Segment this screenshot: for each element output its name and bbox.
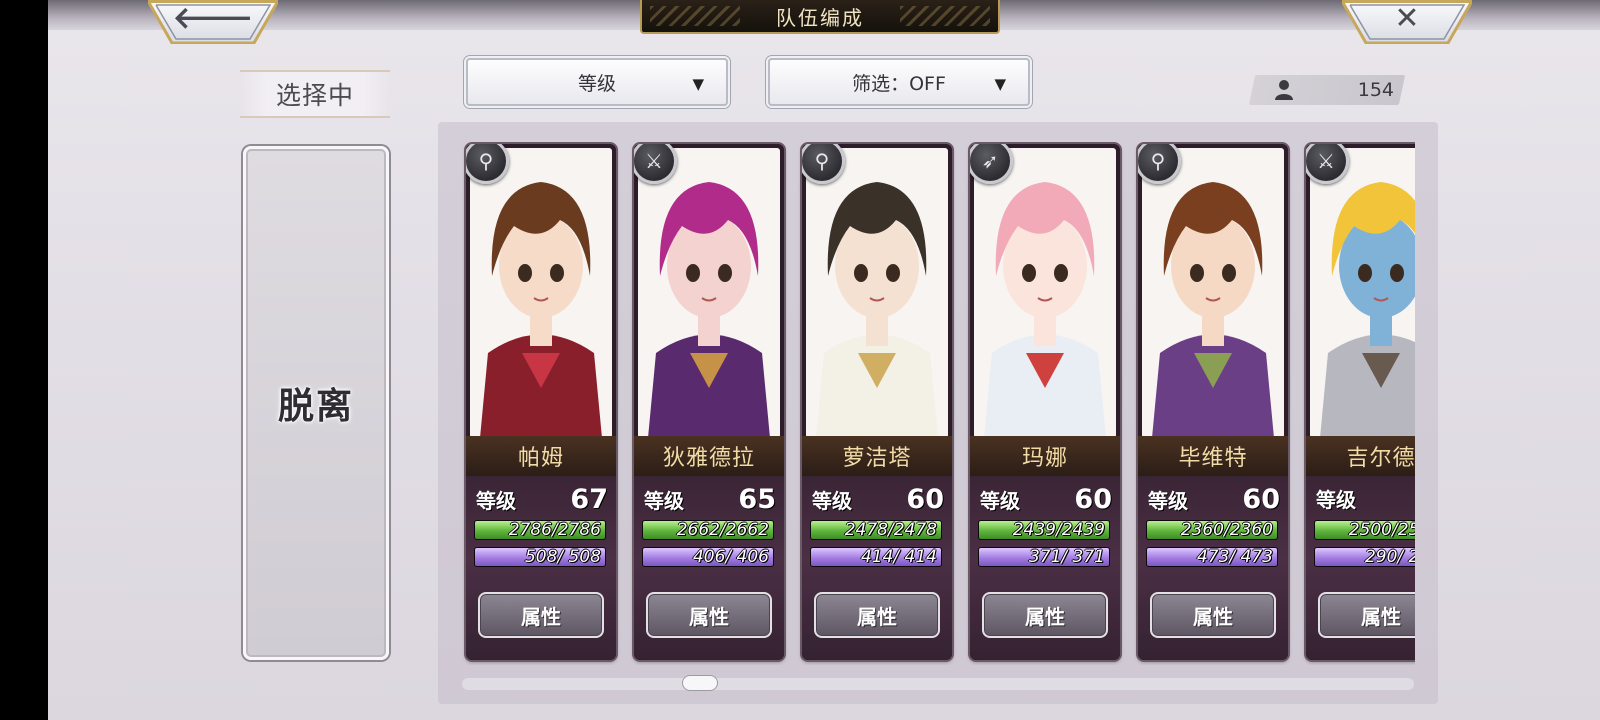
character-stats: 等级 60 2360/2360 473/ 473 属性 bbox=[1138, 476, 1288, 660]
level-value: 65 bbox=[738, 484, 776, 515]
mp-bar: 508/ 508 bbox=[474, 547, 606, 567]
leave-label: 脱离 bbox=[277, 386, 354, 427]
roster-viewport[interactable]: ⚲ 帕姆 等级 67 2786/2786 508/ 508 属性 ⚔ 狄雅德拉 … bbox=[462, 140, 1415, 665]
close-icon: ✕ bbox=[1394, 1, 1420, 36]
level-value: 67 bbox=[570, 484, 608, 515]
sort-dropdown[interactable]: 等级 ▼ bbox=[466, 58, 728, 106]
person-icon bbox=[1275, 80, 1293, 100]
unit-count-value: 154 bbox=[1357, 79, 1394, 101]
character-stats: 等级 65 2662/2662 406/ 406 属性 bbox=[634, 476, 784, 660]
scroll-thumb[interactable] bbox=[681, 675, 718, 691]
attribute-button[interactable]: 属性 bbox=[646, 592, 772, 638]
filter-dropdown[interactable]: 筛选：OFF ▼ bbox=[768, 58, 1030, 106]
attribute-button[interactable]: 属性 bbox=[1318, 592, 1415, 638]
close-button[interactable]: ✕ bbox=[1342, 0, 1472, 44]
arrow-left-icon: 🡐 bbox=[172, 1, 254, 36]
hp-value: 2360/2360 bbox=[1180, 520, 1273, 540]
attribute-button[interactable]: 属性 bbox=[478, 592, 604, 638]
attribute-button[interactable]: 属性 bbox=[814, 592, 940, 638]
level-label: 等级 bbox=[476, 489, 516, 513]
level-value: 60 bbox=[1074, 484, 1112, 515]
unit-count: 154 bbox=[1258, 75, 1402, 105]
level-row: 等级 65 bbox=[644, 484, 776, 515]
character-portrait bbox=[1142, 148, 1284, 438]
attribute-button[interactable]: 属性 bbox=[982, 592, 1108, 638]
character-card[interactable]: ⚲ 帕姆 等级 67 2786/2786 508/ 508 属性 bbox=[466, 144, 616, 660]
level-label: 等级 bbox=[1148, 489, 1188, 513]
character-portrait bbox=[1310, 148, 1415, 438]
mp-value: 508/ 508 bbox=[524, 547, 601, 567]
character-name: 吉尔德 bbox=[1306, 436, 1415, 476]
hp-value: 2662/2662 bbox=[676, 520, 769, 540]
hp-value: 2786/2786 bbox=[508, 520, 601, 540]
mp-value: 290/ 290 bbox=[1364, 547, 1415, 567]
mp-value: 414/ 414 bbox=[860, 547, 937, 567]
level-label: 等级 bbox=[644, 489, 684, 513]
level-value: 60 bbox=[906, 484, 944, 515]
team-formation-screen: 🡐 队伍编成 ✕ 选择中 脱离 等级 ▼ 筛选：OFF ▼ 154 ⚲ 帕姆 等… bbox=[48, 0, 1600, 720]
hp-bar: 2786/2786 bbox=[474, 520, 606, 540]
level-row: 等级 60 bbox=[1148, 484, 1280, 515]
mp-bar: 371/ 371 bbox=[978, 547, 1110, 567]
hp-bar: 2439/2439 bbox=[978, 520, 1110, 540]
filter-value: 筛选：OFF bbox=[852, 72, 946, 95]
character-portrait bbox=[806, 148, 948, 438]
mp-bar: 473/ 473 bbox=[1146, 547, 1278, 567]
mp-value: 406/ 406 bbox=[692, 547, 769, 567]
chevron-down-icon: ▼ bbox=[692, 75, 704, 93]
level-label: 等级 bbox=[1316, 488, 1356, 512]
character-stats: 等级 60 2478/2478 414/ 414 属性 bbox=[802, 476, 952, 660]
mp-bar: 290/ 290 bbox=[1314, 547, 1415, 567]
hp-value: 2500/2500 bbox=[1348, 520, 1415, 540]
character-portrait bbox=[638, 148, 780, 438]
roster-scrollbar[interactable] bbox=[462, 678, 1414, 690]
character-name: 毕维特 bbox=[1138, 436, 1288, 476]
character-name: 狄雅德拉 bbox=[634, 436, 784, 476]
attribute-button[interactable]: 属性 bbox=[1150, 592, 1276, 638]
character-portrait bbox=[974, 148, 1116, 438]
hp-bar: 2662/2662 bbox=[642, 520, 774, 540]
character-stats: 等级 60 2439/2439 371/ 371 属性 bbox=[970, 476, 1120, 660]
character-name: 玛娜 bbox=[970, 436, 1120, 476]
character-stats: 等级 2500/2500 290/ 290 属性 bbox=[1306, 476, 1415, 660]
character-card[interactable]: ⚔ 狄雅德拉 等级 65 2662/2662 406/ 406 属性 bbox=[634, 144, 784, 660]
level-label: 等级 bbox=[980, 489, 1020, 513]
hp-value: 2478/2478 bbox=[844, 520, 937, 540]
mp-value: 371/ 371 bbox=[1028, 547, 1105, 567]
character-portrait bbox=[470, 148, 612, 438]
mp-bar: 414/ 414 bbox=[810, 547, 942, 567]
character-name: 萝洁塔 bbox=[802, 436, 952, 476]
level-value: 60 bbox=[1242, 484, 1280, 515]
character-card[interactable]: ⚔ 吉尔德 等级 2500/2500 290/ 290 属性 bbox=[1306, 144, 1415, 660]
selecting-label: 选择中 bbox=[240, 70, 390, 118]
chevron-down-icon: ▼ bbox=[994, 75, 1006, 93]
level-row: 等级 60 bbox=[812, 484, 944, 515]
back-button[interactable]: 🡐 bbox=[148, 0, 278, 44]
character-name: 帕姆 bbox=[466, 436, 616, 476]
level-row: 等级 bbox=[1316, 484, 1415, 513]
sort-value: 等级 bbox=[577, 72, 616, 95]
character-stats: 等级 67 2786/2786 508/ 508 属性 bbox=[466, 476, 616, 660]
character-card[interactable]: ➶ 玛娜 等级 60 2439/2439 371/ 371 属性 bbox=[970, 144, 1120, 660]
mp-bar: 406/ 406 bbox=[642, 547, 774, 567]
hp-bar: 2500/2500 bbox=[1314, 520, 1415, 540]
character-card[interactable]: ⚲ 萝洁塔 等级 60 2478/2478 414/ 414 属性 bbox=[802, 144, 952, 660]
hp-bar: 2360/2360 bbox=[1146, 520, 1278, 540]
level-row: 等级 67 bbox=[476, 484, 608, 515]
page-title: 队伍编成 bbox=[776, 5, 864, 30]
mp-value: 473/ 473 bbox=[1196, 547, 1273, 567]
hp-bar: 2478/2478 bbox=[810, 520, 942, 540]
level-row: 等级 60 bbox=[980, 484, 1112, 515]
level-label: 等级 bbox=[812, 489, 852, 513]
character-card[interactable]: ⚲ 毕维特 等级 60 2360/2360 473/ 473 属性 bbox=[1138, 144, 1288, 660]
hp-value: 2439/2439 bbox=[1012, 520, 1105, 540]
leave-slot-button[interactable]: 脱离 bbox=[243, 146, 389, 660]
title-plate: 队伍编成 bbox=[640, 0, 1000, 34]
